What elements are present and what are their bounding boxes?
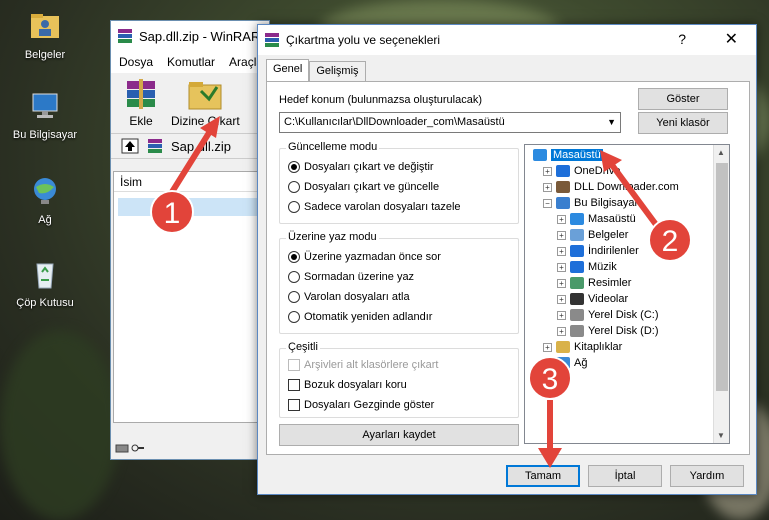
callout-badge-1: 1 bbox=[150, 190, 194, 234]
callout-badge-3: 3 bbox=[528, 356, 572, 400]
callout-arrow-3 bbox=[538, 400, 562, 468]
callout-badge-2: 2 bbox=[648, 218, 692, 262]
